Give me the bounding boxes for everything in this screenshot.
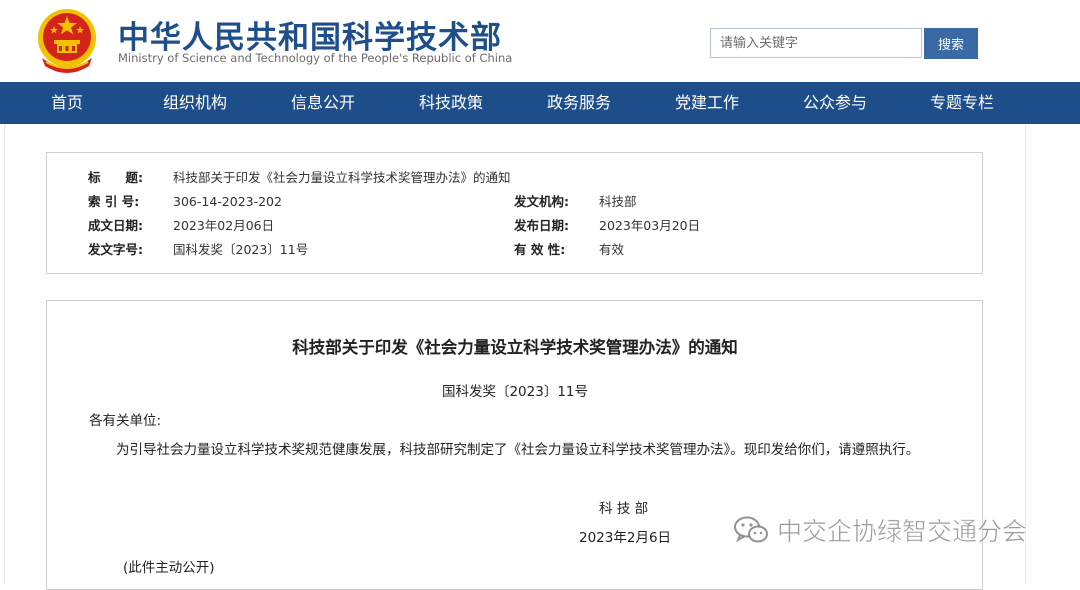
meta-issuer-label: 发文机构:	[514, 194, 569, 209]
meta-issuer-value: 科技部	[599, 194, 637, 209]
document-date: 2023年2月6日	[579, 530, 672, 546]
meta-validity-label: 有 效 性:	[514, 242, 566, 257]
watermark-text: 中交企协绿智交通分会	[777, 517, 1028, 547]
nav-item-special-topics[interactable]: 专题专栏	[930, 82, 994, 124]
meta-title-value: 科技部关于印发《社会力量设立科学技术奖管理办法》的通知	[173, 170, 511, 185]
meta-published-label: 发布日期:	[514, 218, 569, 233]
nav-item-participation[interactable]: 公众参与	[803, 82, 867, 124]
national-emblem-icon[interactable]	[34, 6, 100, 74]
meta-title-label: 标 题:	[88, 170, 143, 185]
site-subtitle: Ministry of Science and Technology of th…	[118, 51, 513, 65]
site-header: 中华人民共和国科学技术部 Ministry of Science and Tec…	[0, 0, 1080, 82]
document-signature: 科 技 部	[599, 501, 649, 517]
document-title: 科技部关于印发《社会力量设立科学技术奖管理办法》的通知	[292, 338, 738, 357]
meta-published-value: 2023年03月20日	[599, 218, 701, 233]
meta-created-label: 成文日期:	[88, 218, 143, 233]
search-button[interactable]: 搜索	[924, 28, 978, 59]
document-note: (此件主动公开)	[123, 560, 215, 576]
document-body: 为引导社会力量设立科学技术奖规范健康发展，科技部研究制定了《社会力量设立科学技术…	[116, 442, 920, 458]
wechat-watermark: 中交企协绿智交通分会	[733, 512, 1027, 548]
meta-index-label: 索 引 号:	[88, 194, 140, 209]
document-salutation: 各有关单位:	[89, 413, 162, 429]
document-number: 国科发奖〔2023〕11号	[441, 384, 589, 400]
nav-item-home[interactable]: 首页	[51, 82, 83, 124]
meta-validity-value: 有效	[599, 242, 625, 257]
nav-item-party-building[interactable]: 党建工作	[675, 82, 739, 124]
nav-item-policy[interactable]: 科技政策	[419, 82, 483, 124]
nav-item-services[interactable]: 政务服务	[547, 82, 611, 124]
main-nav: 首页 组织机构 信息公开 科技政策 政务服务 党建工作 公众参与 专题专栏	[0, 82, 1080, 124]
nav-item-info-disclosure[interactable]: 信息公开	[291, 82, 355, 124]
search-input[interactable]	[710, 28, 922, 58]
meta-created-value: 2023年02月06日	[173, 218, 275, 233]
meta-index-value: 306-14-2023-202	[173, 194, 282, 209]
nav-item-organization[interactable]: 组织机构	[163, 82, 227, 124]
wechat-icon	[734, 516, 768, 543]
meta-docno-label: 发文字号:	[88, 242, 143, 257]
meta-docno-value: 国科发奖〔2023〕11号	[173, 242, 309, 257]
